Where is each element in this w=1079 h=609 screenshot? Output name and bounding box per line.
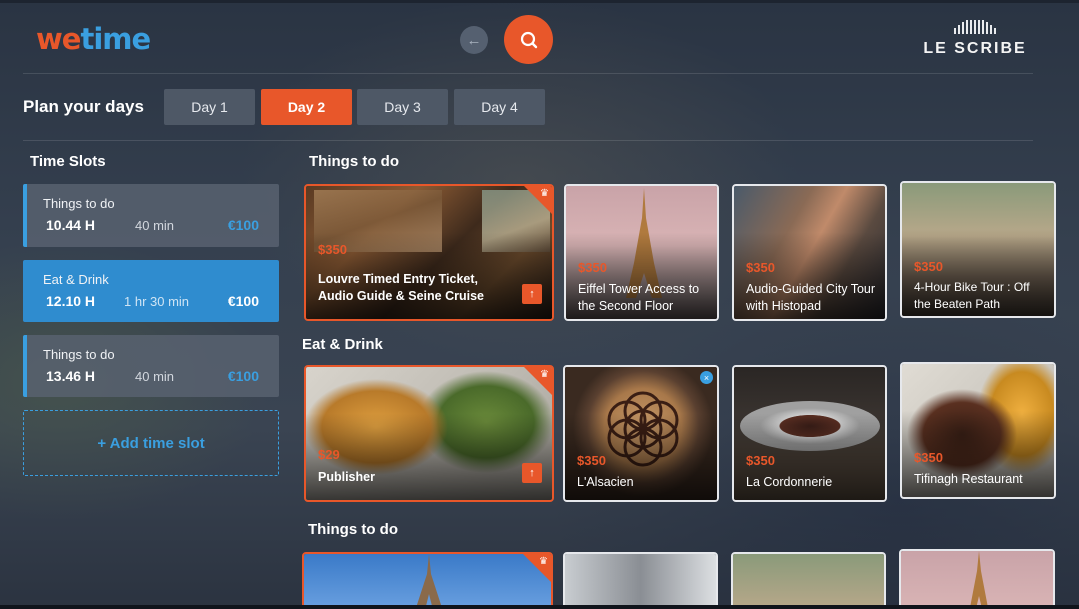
card-title: Louvre Timed Entry Ticket, Audio Guide &…: [318, 272, 484, 303]
crown-icon: ♛: [540, 188, 549, 199]
day-tab-4[interactable]: Day 4: [454, 89, 545, 125]
slot-duration: 40 min: [135, 369, 175, 384]
activity-card-louvre[interactable]: ♛ $350 Louvre Timed Entry Ticket, Audio …: [304, 184, 554, 321]
card-price: $350: [578, 260, 607, 275]
featured-badge: ♛: [524, 186, 552, 214]
le-scribe-logo-mark: [947, 20, 1003, 34]
card-title: Publisher: [318, 470, 375, 484]
section-title-things-to-do-2: Things to do: [308, 521, 398, 538]
activity-card-partial-2[interactable]: [563, 552, 718, 609]
card-price: $350: [746, 453, 775, 468]
plan-title: Plan your days: [23, 97, 144, 116]
open-card-button[interactable]: ↑: [522, 284, 542, 304]
header-divider: [23, 73, 1033, 74]
section-title-things-to-do: Things to do: [309, 153, 399, 170]
slot-time: 12.10 H: [46, 293, 96, 309]
open-card-button[interactable]: ↑: [522, 463, 542, 483]
search-button[interactable]: [504, 15, 553, 64]
card-title: 4-Hour Bike Tour : Off the Beaten Path: [914, 280, 1030, 311]
arrow-up-icon: ↑: [529, 467, 535, 479]
time-slots-title: Time Slots: [30, 153, 106, 170]
activity-card-partial-4[interactable]: [899, 549, 1055, 609]
back-button[interactable]: ←: [460, 26, 488, 54]
arrow-left-icon: ←: [466, 31, 482, 49]
restaurant-card-publisher[interactable]: ♛ $29 Publisher ↑: [304, 365, 554, 502]
card-price: $350: [914, 450, 943, 465]
time-slot-1[interactable]: Things to do 10.44 H 40 min €100: [23, 184, 279, 247]
time-slot-3[interactable]: Things to do 13.46 H 40 min €100: [23, 335, 279, 397]
logo-time: time: [80, 22, 151, 56]
slot-time: 10.44 H: [46, 217, 96, 233]
arrow-up-icon: ↑: [529, 288, 535, 300]
activity-card-bike-tour[interactable]: $350 4-Hour Bike Tour : Off the Beaten P…: [900, 181, 1056, 318]
day-tab-2[interactable]: Day 2: [261, 89, 352, 125]
search-icon: [520, 31, 537, 48]
restaurant-card-la-cordonnerie[interactable]: $350 La Cordonnerie: [732, 365, 887, 502]
card-price: $350: [746, 260, 775, 275]
activity-card-eiffel[interactable]: $350 Eiffel Tower Access to the Second F…: [564, 184, 719, 321]
days-divider: [23, 140, 1033, 141]
day-tab-3[interactable]: Day 3: [357, 89, 448, 125]
card-title: Tifinagh Restaurant: [914, 472, 1023, 486]
card-title: Audio-Guided City Tour with Histopad: [746, 282, 876, 313]
slot-duration: 1 hr 30 min: [124, 294, 190, 309]
slot-duration: 40 min: [135, 218, 175, 233]
slot-price: €100: [227, 217, 259, 233]
card-title: L'Alsacien: [577, 475, 634, 489]
restaurant-card-tifinagh[interactable]: $350 Tifinagh Restaurant: [900, 362, 1056, 499]
crown-icon: ♛: [540, 369, 549, 380]
restaurant-card-lalsacien[interactable]: × $350 L'Alsacien: [563, 365, 719, 502]
activity-card-partial-3[interactable]: [731, 552, 886, 609]
card-image: [565, 554, 716, 609]
slot-category: Things to do: [43, 196, 115, 211]
le-scribe-brand: LE SCRIBE: [920, 20, 1030, 58]
featured-badge: ♛: [524, 367, 552, 395]
featured-badge: ♛: [523, 554, 551, 582]
slot-price: €100: [227, 293, 259, 309]
card-image: [733, 554, 884, 609]
close-badge-icon[interactable]: ×: [700, 371, 713, 384]
eiffel-tower-illustration: [415, 554, 443, 609]
crown-icon: ♛: [539, 556, 548, 567]
slot-category: Eat & Drink: [43, 272, 109, 287]
time-slot-2[interactable]: Eat & Drink 12.10 H 1 hr 30 min €100: [23, 260, 279, 322]
slot-category: Things to do: [43, 347, 115, 362]
activity-card-partial-1[interactable]: ♛: [302, 552, 553, 609]
day-tab-1[interactable]: Day 1: [164, 89, 255, 125]
card-price: $350: [914, 259, 943, 274]
header: wetime ← LE SCRIBE: [0, 0, 1079, 74]
card-title: La Cordonnerie: [746, 475, 833, 489]
activity-card-city-tour[interactable]: $350 Audio-Guided City Tour with Histopa…: [732, 184, 887, 321]
brand-name: LE SCRIBE: [923, 40, 1027, 57]
slot-price: €100: [227, 368, 259, 384]
wetime-logo[interactable]: wetime: [36, 22, 151, 56]
card-price: $350: [577, 453, 606, 468]
slot-time: 13.46 H: [46, 368, 96, 384]
add-time-slot-button[interactable]: + Add time slot: [23, 410, 279, 476]
card-price: $29: [318, 447, 340, 462]
card-title: Eiffel Tower Access to the Second Floor: [578, 282, 700, 313]
logo-we: we: [36, 22, 81, 56]
eiffel-tower-illustration: [969, 551, 989, 609]
card-price: $350: [318, 242, 347, 257]
section-title-eat-drink: Eat & Drink: [302, 336, 383, 353]
